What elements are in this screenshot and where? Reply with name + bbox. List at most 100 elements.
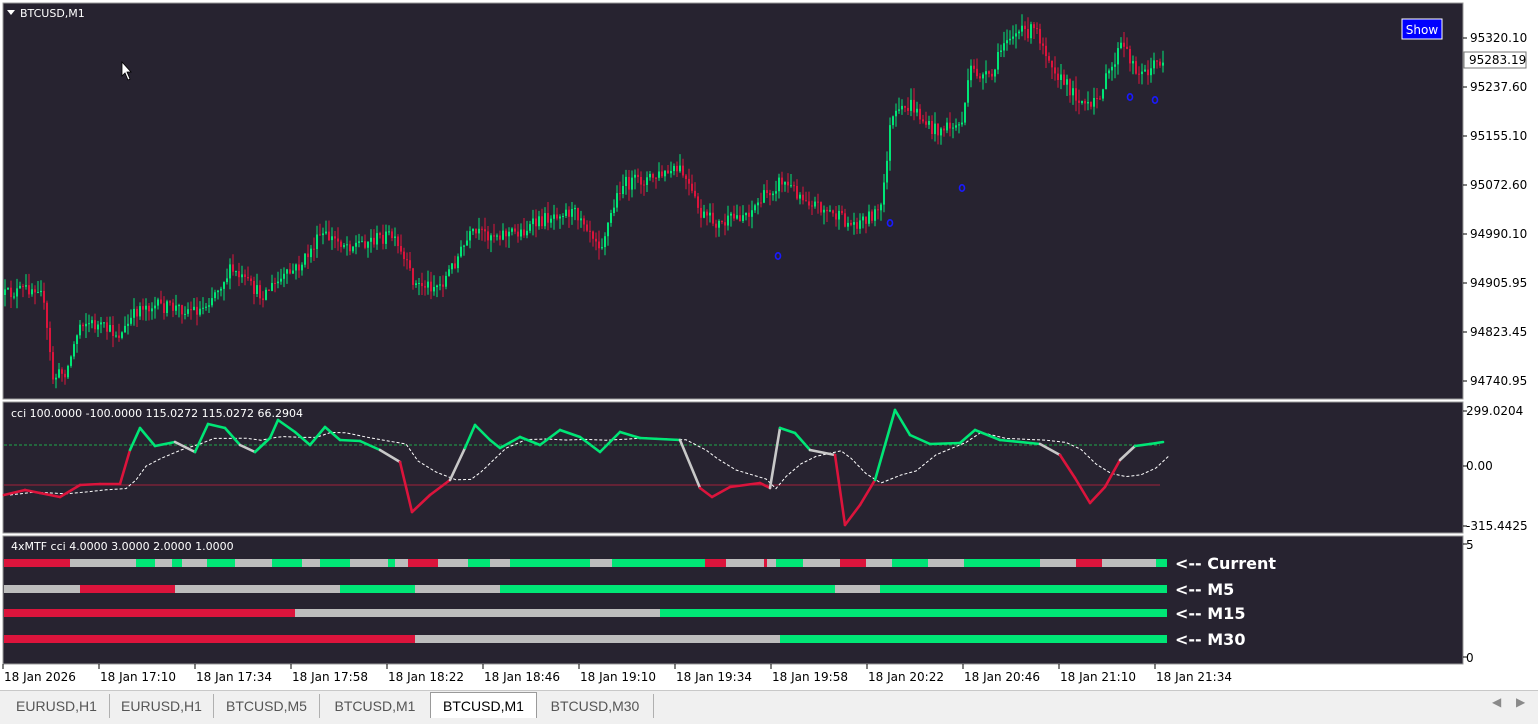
candle-body	[772, 193, 774, 196]
chart-symbol-title: BTCUSD,M1	[20, 7, 85, 20]
candle-body	[826, 209, 828, 212]
candle-body	[190, 309, 192, 311]
candle-body	[820, 202, 822, 213]
candle-body	[82, 324, 84, 327]
candle-body	[319, 234, 321, 236]
candle-body	[781, 177, 783, 185]
candle-body	[460, 246, 462, 257]
tab-eurusd-h1-2[interactable]: EURUSD,H1	[110, 694, 214, 718]
candle-body	[862, 216, 864, 221]
candle-body	[451, 263, 453, 270]
tab-btcusd-m5[interactable]: BTCUSD,M5	[214, 694, 320, 718]
candle-body	[1006, 40, 1008, 44]
mtf-bar-segment	[767, 559, 776, 567]
time-tick-label: 18 Jan 2026	[4, 670, 76, 684]
mtf-bar-segment	[1040, 559, 1076, 567]
candle-body	[754, 205, 756, 211]
mtf-bar-segment	[1102, 559, 1156, 567]
candle-body	[580, 218, 582, 221]
candle-body	[952, 127, 954, 129]
candle-body	[1018, 31, 1020, 34]
candle-body	[583, 218, 585, 225]
candle-body	[778, 177, 780, 192]
scroll-left-icon[interactable]: ◀	[1492, 695, 1501, 709]
tab-btcusd-m1-active[interactable]: BTCUSD,M1	[430, 692, 537, 718]
candle-body	[349, 244, 351, 252]
price-tick-label: 94823.45	[1470, 325, 1527, 339]
candle-body	[1033, 24, 1035, 29]
mtf-bar-segment	[415, 585, 475, 593]
mtf-bar-segment	[408, 559, 438, 567]
candle-body	[520, 229, 522, 237]
candle-body	[325, 231, 327, 234]
candle-body	[784, 181, 786, 185]
candle-body	[154, 305, 156, 309]
candle-body	[691, 183, 693, 191]
candle-body	[1039, 28, 1041, 44]
candle-body	[505, 230, 507, 237]
candle-body	[1147, 69, 1149, 76]
candle-body	[871, 211, 873, 221]
candle-body	[976, 68, 978, 77]
candle-body	[1057, 73, 1059, 80]
tab-btcusd-m1[interactable]: BTCUSD,M1	[320, 694, 430, 718]
candle-body	[982, 74, 984, 79]
candle-body	[841, 210, 843, 214]
price-pane[interactable]	[2, 2, 1464, 400]
time-axis: 18 Jan 2026 18 Jan 17:10 18 Jan 17:34 18 Ja…	[2, 664, 1232, 684]
chart-tab-bar: EURUSD,H1 EURUSD,H1 BTCUSD,M5 BTCUSD,M1 …	[0, 690, 1538, 724]
candle-body	[1162, 62, 1164, 66]
candle-body	[331, 236, 333, 241]
candle-body	[805, 200, 807, 202]
candle-body	[1003, 43, 1005, 51]
mtf-bar-segment	[964, 559, 1000, 567]
time-tick-label: 18 Jan 19:34	[676, 670, 752, 684]
candle-body	[571, 209, 573, 217]
chart-terminal[interactable]: BTCUSD,M1 Show 95320.1095237.6095155.109…	[0, 0, 1538, 690]
candle-body	[475, 228, 477, 234]
candle-body	[496, 235, 498, 237]
candle-body	[586, 224, 588, 231]
mtf-bar-segment	[776, 559, 803, 567]
candle-body	[472, 228, 474, 232]
show-button[interactable]: Show	[1401, 18, 1443, 40]
candle-body	[814, 201, 816, 207]
candle-body	[127, 323, 129, 326]
mtf-axis: 50	[1463, 538, 1474, 665]
mtf-bar-segment	[70, 559, 136, 567]
tab-btcusd-m30[interactable]: BTCUSD,M30	[537, 694, 654, 718]
candle-body	[1159, 61, 1161, 66]
candle-body	[1078, 100, 1080, 103]
candle-body	[622, 186, 624, 194]
candle-body	[79, 324, 81, 336]
candle-body	[655, 177, 657, 179]
candle-body	[247, 277, 249, 279]
time-tick-label: 18 Jan 17:58	[292, 670, 368, 684]
candle-body	[286, 269, 288, 274]
candle-body	[145, 305, 147, 310]
candle-body	[550, 218, 552, 223]
candle-body	[958, 124, 960, 126]
candle-body	[673, 165, 675, 172]
time-tick-label: 18 Jan 20:46	[964, 670, 1040, 684]
mtf-bar-segment	[928, 559, 964, 567]
candle-body	[307, 253, 309, 258]
candle-body	[997, 52, 999, 70]
tab-eurusd-h1[interactable]: EURUSD,H1	[4, 694, 110, 718]
candle-body	[388, 231, 390, 233]
candle-body	[1096, 98, 1098, 99]
cci-pane[interactable]	[2, 401, 1464, 534]
cci-segment	[78, 482, 102, 487]
candle-body	[364, 241, 366, 248]
mtf-tick-label: 0	[1466, 651, 1474, 665]
candle-body	[487, 231, 489, 241]
candle-body	[1066, 79, 1068, 85]
mtf-bar-segment	[490, 559, 510, 567]
candle-body	[913, 99, 915, 113]
candle-body	[706, 211, 708, 216]
candle-body	[967, 80, 969, 103]
candle-body	[838, 210, 840, 220]
scroll-right-icon[interactable]: ▶	[1516, 695, 1525, 709]
candle-body	[334, 236, 336, 239]
mtf-bar-segment	[892, 559, 928, 567]
